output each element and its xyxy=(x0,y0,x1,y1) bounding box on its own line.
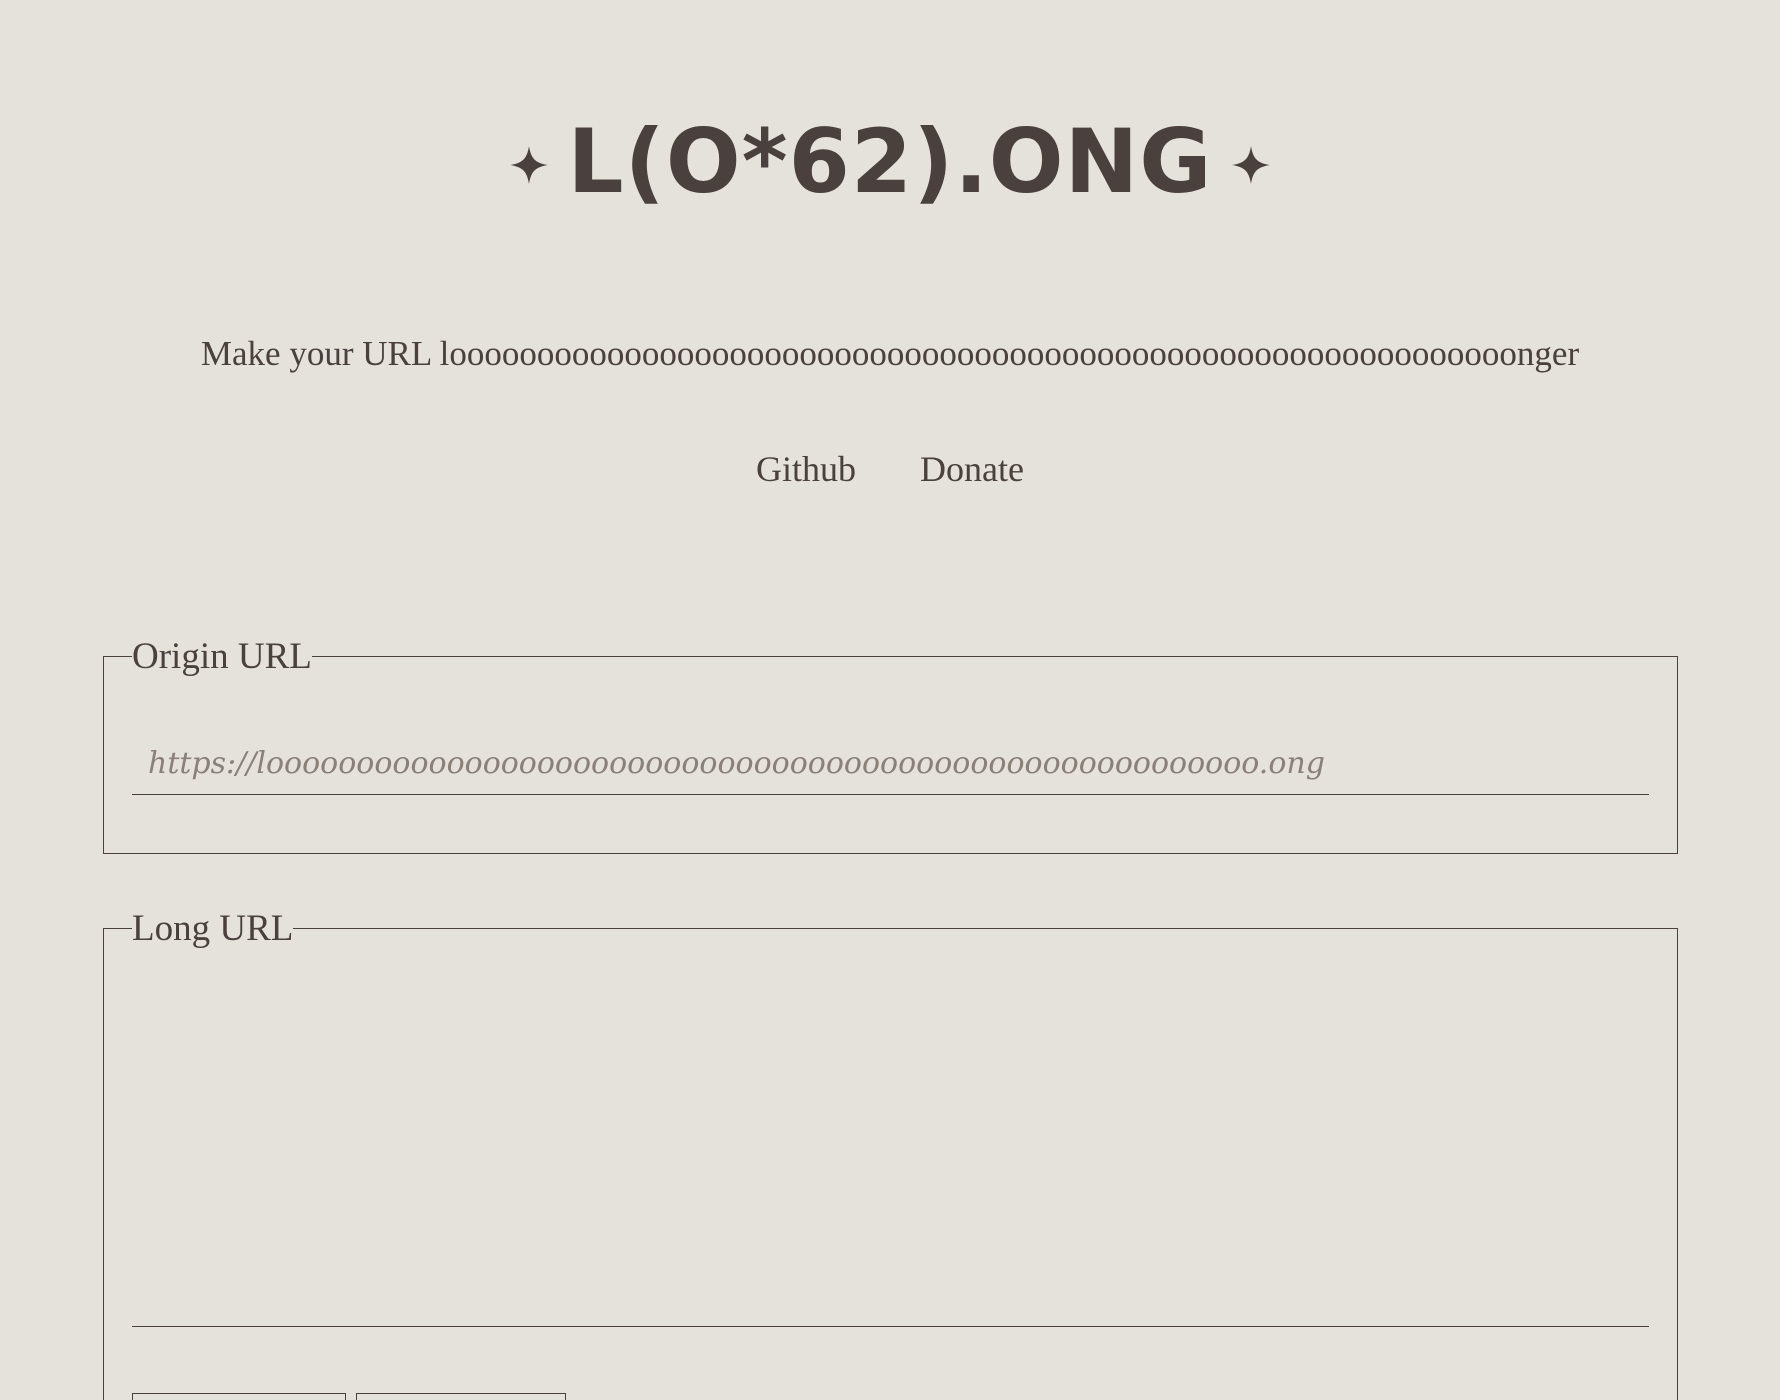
long-url-fieldset: Long URL xyxy=(103,910,1678,1400)
site-logo: L(O*62).ONG xyxy=(0,118,1780,206)
origin-url-input[interactable] xyxy=(132,733,1649,795)
sparkle-icon xyxy=(1232,146,1271,184)
tagline: Make your URL looooooooooooooooooooooooo… xyxy=(200,334,1580,373)
logo-text: L(O*62).ONG xyxy=(567,110,1213,213)
top-nav: Github Donate xyxy=(0,448,1780,490)
github-link[interactable]: Github xyxy=(756,448,856,490)
origin-url-legend: Origin URL xyxy=(132,636,312,677)
page: L(O*62).ONG Make your URL looooooooooooo… xyxy=(0,0,1780,1400)
origin-url-fieldset: Origin URL xyxy=(103,638,1678,854)
action-button-primary[interactable] xyxy=(132,1393,346,1400)
sparkle-icon xyxy=(509,146,548,184)
donate-link[interactable]: Donate xyxy=(920,448,1024,490)
action-button-secondary[interactable] xyxy=(356,1393,566,1400)
long-url-output[interactable] xyxy=(132,995,1649,1327)
long-url-legend: Long URL xyxy=(132,908,294,949)
